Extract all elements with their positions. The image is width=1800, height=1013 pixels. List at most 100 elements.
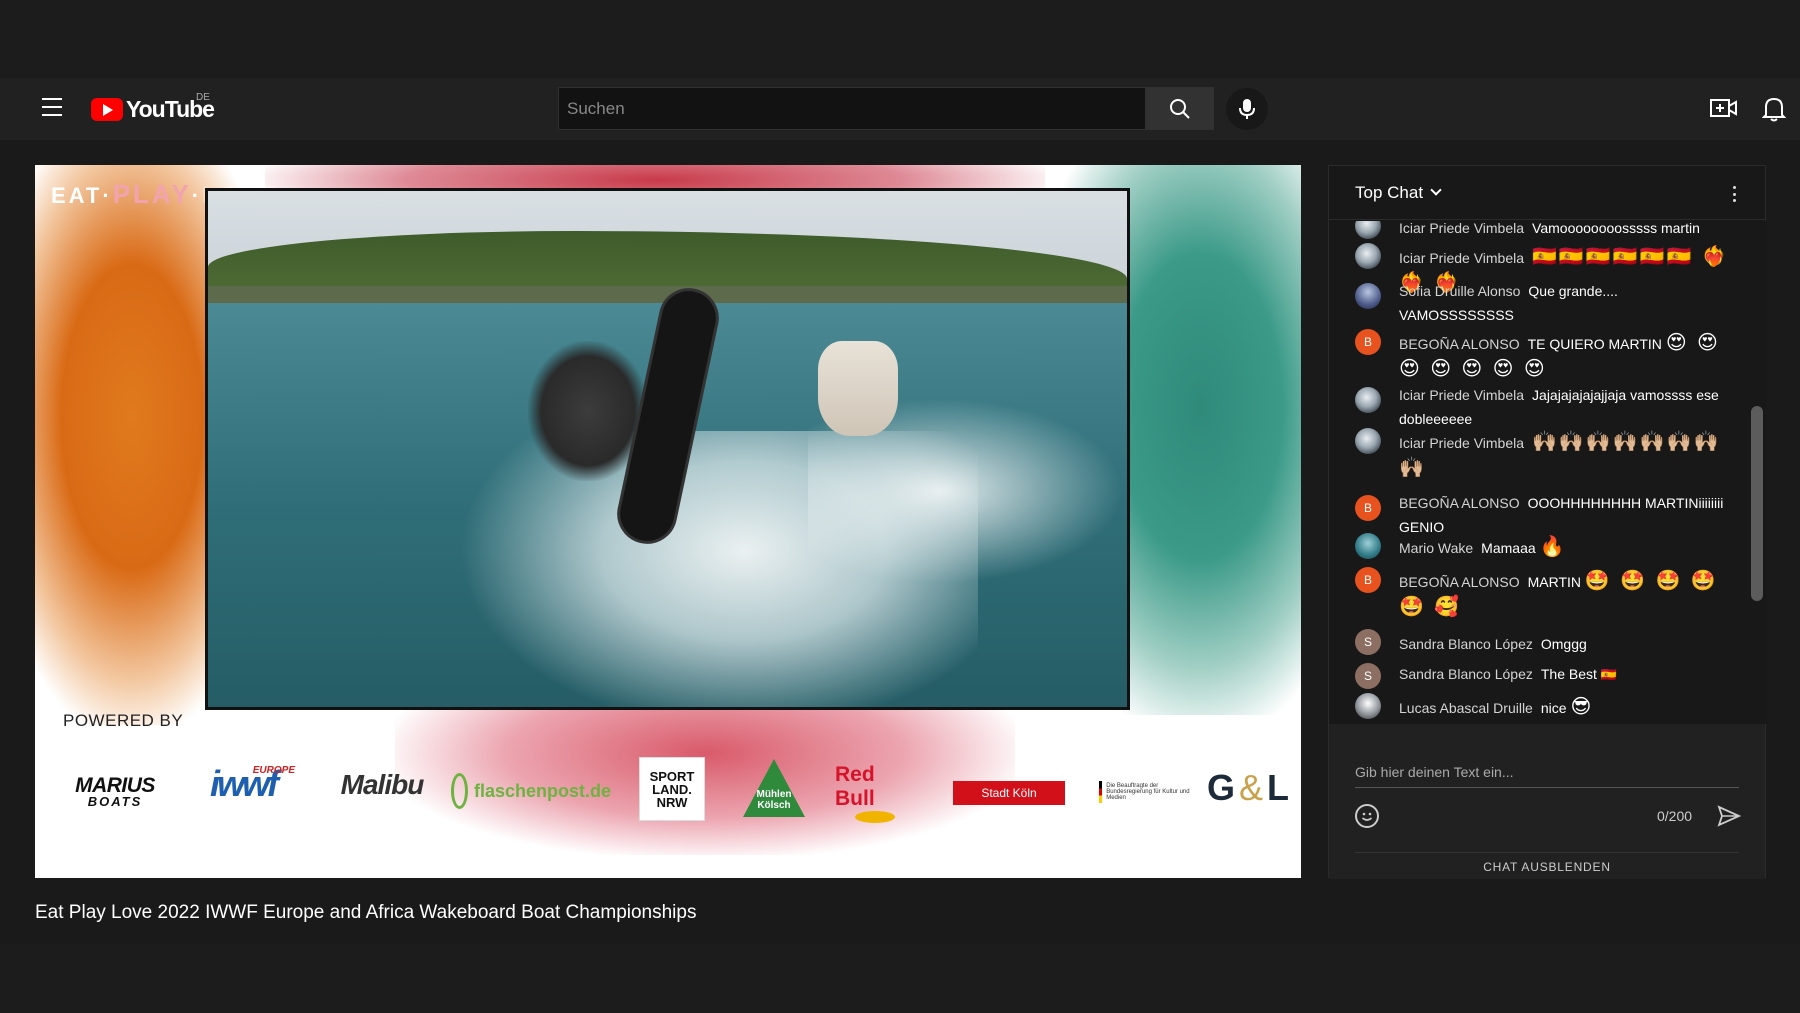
search-button[interactable] bbox=[1146, 87, 1214, 130]
chat-message: B BEGOÑA ALONSO MARTIN 🤩 🤩 🤩 🤩 🤩 🥰 bbox=[1355, 567, 1735, 619]
chat-text: MARTIN bbox=[1527, 574, 1582, 590]
gl-l: L bbox=[1267, 767, 1294, 808]
send-button[interactable] bbox=[1717, 804, 1742, 828]
chat-author[interactable]: Iciar Priede Vimbela bbox=[1399, 250, 1524, 266]
chat-author[interactable]: Sandra Blanco López bbox=[1399, 666, 1533, 682]
avatar[interactable] bbox=[1355, 693, 1381, 719]
redbull-emblem-icon bbox=[855, 811, 895, 823]
chat-author[interactable]: Iciar Priede Vimbela bbox=[1399, 221, 1524, 236]
avatar[interactable]: B bbox=[1355, 329, 1381, 355]
chat-author[interactable]: Sandra Blanco López bbox=[1399, 636, 1533, 652]
chat-emoji: 😎 bbox=[1570, 694, 1594, 718]
redbull-text: Red Bull bbox=[835, 763, 875, 810]
chat-message: B BEGOÑA ALONSO TE QUIERO MARTIN 😍 😍 😍 😍 … bbox=[1355, 329, 1735, 381]
avatar[interactable]: B bbox=[1355, 567, 1381, 593]
chat-text: Vamoooooooosssss martin bbox=[1532, 221, 1700, 236]
chat-message: Iciar Priede Vimbela Vamoooooooosssss mar… bbox=[1355, 221, 1735, 239]
gl-g: G bbox=[1206, 767, 1239, 808]
sponsor-bund-logo: Die Beauftragte der Bundesregierung für … bbox=[1099, 781, 1191, 803]
chat-text: Omggg bbox=[1540, 636, 1587, 652]
chat-scrollbar-thumb[interactable] bbox=[1751, 406, 1763, 601]
chat-message: Iciar Priede Vimbela 🙌🏼🙌🏼🙌🏼🙌🏼🙌🏼🙌🏼🙌🏼🙌🏼 bbox=[1355, 428, 1735, 480]
live-chat-panel: Top Chat Iciar Priede Vimbela Vamoooooooo… bbox=[1328, 165, 1766, 879]
chat-message: Sofia Druille Alonso Que grande.... VAMOS… bbox=[1355, 283, 1735, 326]
iwwf-sub-text: EUROPE bbox=[252, 765, 295, 776]
video-frame[interactable] bbox=[205, 188, 1130, 710]
avatar[interactable] bbox=[1355, 533, 1381, 559]
sponsor-gl-logo: G & L bbox=[1205, 767, 1295, 809]
chat-message: B BEGOÑA ALONSO OOOHHHHHHHH MARTINiiiiiii… bbox=[1355, 495, 1735, 538]
youtube-play-icon bbox=[91, 97, 123, 121]
chat-message: S Sandra Blanco López The Best 🇪🇸 bbox=[1355, 663, 1735, 689]
region-code: DE bbox=[196, 92, 210, 103]
chat-text: TE QUIERO MARTIN bbox=[1527, 336, 1662, 352]
chat-author[interactable]: BEGOÑA ALONSO bbox=[1399, 495, 1520, 511]
chat-author[interactable]: Sofia Druille Alonso bbox=[1399, 283, 1520, 299]
chat-message: S Sandra Blanco López Omggg bbox=[1355, 629, 1735, 655]
avatar[interactable]: S bbox=[1355, 663, 1381, 689]
sponsor-sportland-logo: SPORT LAND. NRW bbox=[639, 757, 705, 821]
chat-mode-selector[interactable]: Top Chat bbox=[1355, 183, 1423, 203]
sponsor-marius-logo: MARIUS BOATS bbox=[49, 775, 181, 809]
chat-messages[interactable]: Iciar Priede Vimbela Vamoooooooosssss mar… bbox=[1329, 221, 1749, 724]
chat-emoji: 🔥 bbox=[1539, 534, 1567, 558]
avatar[interactable] bbox=[1355, 243, 1381, 269]
sport-line-1: SPORT bbox=[649, 768, 695, 784]
sport-line-3: NRW bbox=[656, 794, 688, 810]
chat-text: The Best bbox=[1540, 666, 1597, 682]
video-camera-plus-icon bbox=[1710, 99, 1737, 117]
sponsor-flaschenpost-logo: flaschenpost.de bbox=[451, 773, 611, 809]
chat-author[interactable]: BEGOÑA ALONSO bbox=[1399, 336, 1520, 352]
top-band bbox=[0, 0, 1800, 78]
send-icon bbox=[1717, 805, 1742, 827]
microphone-icon bbox=[1239, 99, 1255, 119]
video-title: Eat Play Love 2022 IWWF Europe and Afric… bbox=[35, 902, 697, 923]
youtube-logo[interactable]: YouTube DE bbox=[91, 92, 215, 122]
brand-play: PLAY bbox=[112, 179, 192, 209]
sponsor-iwwf-logo: iwwf EUROPE bbox=[191, 763, 295, 805]
hide-chat-button[interactable]: CHAT AUSBLENDEN bbox=[1355, 852, 1739, 880]
sponsor-redbull-logo: Red Bull bbox=[835, 763, 915, 823]
bund-text: Die Beauftragte der Bundesregierung für … bbox=[1106, 783, 1190, 801]
avatar[interactable]: B bbox=[1355, 495, 1381, 521]
emoji-picker-icon[interactable] bbox=[1355, 804, 1379, 828]
sponsor-koeln-logo: Stadt Köln bbox=[953, 781, 1065, 805]
chat-author[interactable]: Mario Wake bbox=[1399, 540, 1473, 556]
chat-input-area: Gib hier deinen Text ein... 0/200 CHAT A… bbox=[1329, 724, 1765, 879]
voice-search-button[interactable] bbox=[1226, 88, 1268, 130]
character-counter: 0/200 bbox=[1657, 808, 1693, 824]
sponsor-malibu-logo: Malibu bbox=[319, 769, 441, 813]
avatar[interactable] bbox=[1355, 221, 1381, 239]
video-player[interactable]: EAT·PLAY·LOVE POWERED BY MARIUSBOATS iww… bbox=[35, 165, 1301, 878]
chat-header: Top Chat bbox=[1329, 166, 1765, 220]
sponsor-logos: MARIUS BOATS iwwf EUROPE Malibu flaschenpo… bbox=[45, 755, 1295, 835]
sponsor-muhlen-logo: Mühlen Kölsch bbox=[743, 759, 805, 817]
chat-author[interactable]: Lucas Abascal Druille bbox=[1399, 700, 1533, 716]
avatar[interactable] bbox=[1355, 428, 1381, 454]
sport-line-2: LAND. bbox=[652, 781, 692, 797]
bell-icon bbox=[1761, 97, 1787, 122]
flaschenpost-text: flaschenpost.de bbox=[473, 780, 611, 801]
search-input[interactable]: Suchen bbox=[558, 87, 1146, 130]
gl-amp: & bbox=[1239, 767, 1268, 808]
marius-sub-text: BOATS bbox=[87, 793, 143, 809]
chat-message: Lucas Abascal Druille nice 😎 bbox=[1355, 693, 1735, 719]
chevron-down-icon[interactable] bbox=[1430, 184, 1442, 196]
powered-by-label: POWERED BY bbox=[63, 711, 184, 730]
notifications-button[interactable] bbox=[1761, 96, 1787, 122]
chat-message-input[interactable]: Gib hier deinen Text ein... bbox=[1355, 764, 1739, 788]
chat-author[interactable]: Iciar Priede Vimbela bbox=[1399, 435, 1524, 451]
create-video-button[interactable] bbox=[1710, 96, 1738, 120]
chat-text: Mamaaa bbox=[1481, 540, 1536, 556]
chat-text: nice bbox=[1540, 700, 1567, 716]
search-icon bbox=[1170, 98, 1190, 119]
more-options-icon[interactable] bbox=[1733, 186, 1737, 202]
chat-message: Iciar Priede Vimbela Jajajajajajajjaja va… bbox=[1355, 387, 1735, 430]
avatar[interactable]: S bbox=[1355, 629, 1381, 655]
avatar[interactable] bbox=[1355, 283, 1381, 309]
avatar[interactable] bbox=[1355, 387, 1381, 413]
smiley-icon bbox=[1361, 812, 1373, 821]
menu-icon[interactable] bbox=[42, 98, 62, 116]
chat-author[interactable]: BEGOÑA ALONSO bbox=[1399, 574, 1520, 590]
chat-author[interactable]: Iciar Priede Vimbela bbox=[1399, 387, 1524, 403]
